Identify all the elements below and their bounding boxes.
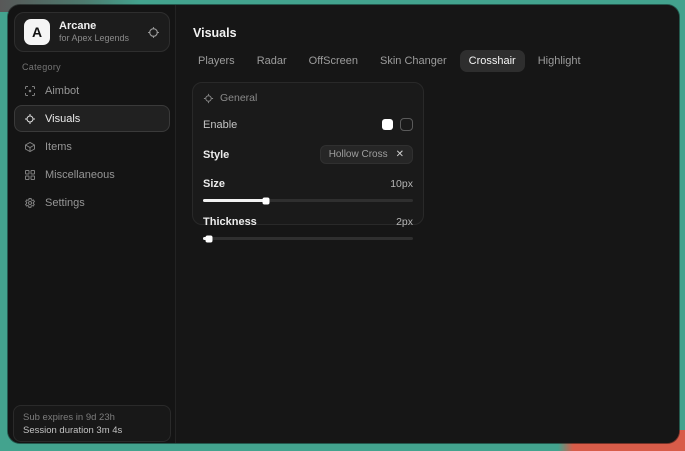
app-logo: A [24, 19, 50, 45]
sidebar-item-label: Miscellaneous [45, 169, 115, 181]
tab-skin-changer[interactable]: Skin Changer [371, 50, 456, 72]
tab-offscreen[interactable]: OffScreen [300, 50, 367, 72]
sidebar: A Arcane for Apex Legends Category [8, 5, 176, 443]
package-icon [24, 141, 36, 153]
scan-icon [24, 85, 36, 97]
app-window: A Arcane for Apex Legends Category [8, 5, 679, 443]
page-title: Visuals [193, 26, 237, 40]
style-row: Style Hollow Cross ✕ [203, 145, 413, 164]
tab-bar: Players Radar OffScreen Skin Changer Cro… [189, 50, 590, 72]
general-panel: General Enable Style Hollow Cross ✕ [192, 82, 424, 225]
enable-label: Enable [203, 119, 237, 131]
app-subtitle: for Apex Legends [59, 33, 147, 44]
brand-card: A Arcane for Apex Legends [14, 12, 170, 52]
size-slider-thumb[interactable] [263, 197, 270, 204]
size-slider-fill [203, 199, 266, 202]
panel-header: General [203, 92, 413, 104]
panel-title: General [220, 92, 257, 104]
size-value: 10px [390, 178, 413, 190]
sidebar-nav: Aimbot Visuals Items [14, 77, 170, 216]
thickness-slider[interactable] [203, 237, 413, 240]
sidebar-item-miscellaneous[interactable]: Miscellaneous [14, 161, 170, 188]
sidebar-item-label: Aimbot [45, 85, 79, 97]
gear-icon [24, 197, 36, 209]
size-slider[interactable] [203, 199, 413, 202]
brand-text: Arcane for Apex Legends [59, 20, 147, 44]
sidebar-item-label: Items [45, 141, 72, 153]
color-swatch[interactable] [382, 119, 393, 130]
app-title: Arcane [59, 20, 147, 33]
tab-radar[interactable]: Radar [248, 50, 296, 72]
size-label: Size [203, 178, 225, 190]
close-icon[interactable]: ✕ [396, 150, 404, 160]
enable-row: Enable [203, 118, 413, 131]
sidebar-item-visuals[interactable]: Visuals [14, 105, 170, 132]
style-label: Style [203, 149, 229, 161]
enable-controls [382, 118, 413, 131]
tab-players[interactable]: Players [189, 50, 244, 72]
thickness-slider-thumb[interactable] [206, 235, 213, 242]
sidebar-item-settings[interactable]: Settings [14, 189, 170, 216]
main-content: Visuals Players Radar OffScreen Skin Cha… [176, 5, 679, 443]
tab-crosshair[interactable]: Crosshair [460, 50, 525, 72]
sidebar-item-items[interactable]: Items [14, 133, 170, 160]
size-row: Size 10px [203, 178, 413, 190]
thickness-label: Thickness [203, 216, 257, 228]
focus-icon [24, 113, 36, 125]
thickness-row: Thickness 2px [203, 216, 413, 228]
subscription-card: Sub expires in 9d 23h Session duration 3… [13, 405, 171, 442]
category-label: Category [22, 62, 61, 72]
enable-checkbox[interactable] [400, 118, 413, 131]
sub-expiry-text: Sub expires in 9d 23h [23, 412, 161, 423]
crosshair-icon[interactable] [147, 26, 160, 39]
style-value: Hollow Cross [329, 149, 388, 160]
tab-highlight[interactable]: Highlight [529, 50, 590, 72]
sidebar-item-aimbot[interactable]: Aimbot [14, 77, 170, 104]
crosshair-icon [203, 93, 214, 104]
sidebar-item-label: Visuals [45, 113, 80, 125]
thickness-value: 2px [396, 216, 413, 228]
sidebar-item-label: Settings [45, 197, 85, 209]
session-duration-text: Session duration 3m 4s [23, 425, 161, 436]
grid-icon [24, 169, 36, 181]
style-select[interactable]: Hollow Cross ✕ [320, 145, 413, 164]
